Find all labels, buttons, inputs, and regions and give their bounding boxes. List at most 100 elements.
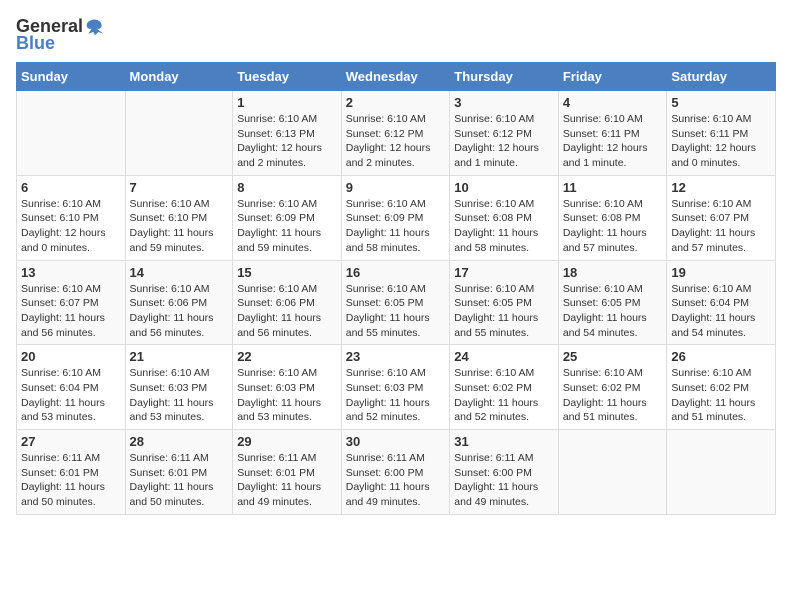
day-number: 15: [237, 265, 337, 280]
day-number: 2: [346, 95, 446, 110]
header-wednesday: Wednesday: [341, 63, 450, 91]
calendar-cell: 19 Sunrise: 6:10 AM Sunset: 6:04 PM Dayli…: [667, 260, 776, 345]
day-number: 27: [21, 434, 121, 449]
calendar-cell: 12 Sunrise: 6:10 AM Sunset: 6:07 PM Dayli…: [667, 175, 776, 260]
day-number: 6: [21, 180, 121, 195]
day-info: Sunrise: 6:10 AM Sunset: 6:02 PM Dayligh…: [454, 366, 554, 425]
week-row-5: 27 Sunrise: 6:11 AM Sunset: 6:01 PM Dayli…: [17, 430, 776, 515]
calendar-cell: 25 Sunrise: 6:10 AM Sunset: 6:02 PM Dayli…: [558, 345, 667, 430]
calendar-cell: 28 Sunrise: 6:11 AM Sunset: 6:01 PM Dayli…: [125, 430, 233, 515]
day-info: Sunrise: 6:10 AM Sunset: 6:03 PM Dayligh…: [346, 366, 446, 425]
calendar-cell: 18Sunrise: 6:10 AM Sunset: 6:05 PM Dayli…: [558, 260, 667, 345]
day-number: 10: [454, 180, 554, 195]
header-sunday: Sunday: [17, 63, 126, 91]
day-info: Sunrise: 6:11 AM Sunset: 6:00 PM Dayligh…: [346, 451, 446, 510]
calendar-cell: 22Sunrise: 6:10 AM Sunset: 6:03 PM Dayli…: [233, 345, 342, 430]
day-number: 14: [130, 265, 229, 280]
day-number: 20: [21, 349, 121, 364]
header-row: SundayMondayTuesdayWednesdayThursdayFrid…: [17, 63, 776, 91]
day-info: Sunrise: 6:10 AM Sunset: 6:11 PM Dayligh…: [563, 112, 663, 171]
header-tuesday: Tuesday: [233, 63, 342, 91]
day-info: Sunrise: 6:10 AM Sunset: 6:06 PM Dayligh…: [130, 282, 229, 341]
day-info: Sunrise: 6:10 AM Sunset: 6:08 PM Dayligh…: [563, 197, 663, 256]
day-number: 17: [454, 265, 554, 280]
day-info: Sunrise: 6:10 AM Sunset: 6:09 PM Dayligh…: [346, 197, 446, 256]
day-info: Sunrise: 6:10 AM Sunset: 6:09 PM Dayligh…: [237, 197, 337, 256]
calendar-cell: 17 Sunrise: 6:10 AM Sunset: 6:05 PM Dayli…: [450, 260, 559, 345]
day-number: 4: [563, 95, 663, 110]
calendar-cell: [17, 91, 126, 176]
calendar-cell: 14 Sunrise: 6:10 AM Sunset: 6:06 PM Dayli…: [125, 260, 233, 345]
day-info: Sunrise: 6:10 AM Sunset: 6:10 PM Dayligh…: [21, 197, 121, 256]
day-info: Sunrise: 6:10 AM Sunset: 6:05 PM Dayligh…: [346, 282, 446, 341]
day-number: 1: [237, 95, 337, 110]
calendar-cell: 10 Sunrise: 6:10 AM Sunset: 6:08 PM Dayli…: [450, 175, 559, 260]
day-info: Sunrise: 6:11 AM Sunset: 6:01 PM Dayligh…: [21, 451, 121, 510]
day-number: 26: [671, 349, 771, 364]
day-number: 16: [346, 265, 446, 280]
day-number: 9: [346, 180, 446, 195]
calendar-cell: 21 Sunrise: 6:10 AM Sunset: 6:03 PM Dayli…: [125, 345, 233, 430]
day-info: Sunrise: 6:10 AM Sunset: 6:06 PM Dayligh…: [237, 282, 337, 341]
calendar-cell: 4 Sunrise: 6:10 AM Sunset: 6:11 PM Daylig…: [558, 91, 667, 176]
calendar-table: SundayMondayTuesdayWednesdayThursdayFrid…: [16, 62, 776, 515]
day-number: 28: [130, 434, 229, 449]
day-info: Sunrise: 6:10 AM Sunset: 6:03 PM Dayligh…: [237, 366, 337, 425]
day-number: 12: [671, 180, 771, 195]
header-thursday: Thursday: [450, 63, 559, 91]
day-info: Sunrise: 6:10 AM Sunset: 6:04 PM Dayligh…: [671, 282, 771, 341]
day-info: Sunrise: 6:10 AM Sunset: 6:10 PM Dayligh…: [130, 197, 229, 256]
day-info: Sunrise: 6:10 AM Sunset: 6:08 PM Dayligh…: [454, 197, 554, 256]
day-info: Sunrise: 6:11 AM Sunset: 6:01 PM Dayligh…: [237, 451, 337, 510]
day-number: 11: [563, 180, 663, 195]
day-number: 19: [671, 265, 771, 280]
calendar-cell: 5 Sunrise: 6:10 AM Sunset: 6:11 PM Daylig…: [667, 91, 776, 176]
day-info: Sunrise: 6:10 AM Sunset: 6:11 PM Dayligh…: [671, 112, 771, 171]
calendar-cell: 13 Sunrise: 6:10 AM Sunset: 6:07 PM Dayli…: [17, 260, 126, 345]
calendar-cell: 24 Sunrise: 6:10 AM Sunset: 6:02 PM Dayli…: [450, 345, 559, 430]
day-info: Sunrise: 6:10 AM Sunset: 6:04 PM Dayligh…: [21, 366, 121, 425]
day-number: 7: [130, 180, 229, 195]
calendar-cell: 7 Sunrise: 6:10 AM Sunset: 6:10 PM Daylig…: [125, 175, 233, 260]
day-info: Sunrise: 6:10 AM Sunset: 6:05 PM Dayligh…: [454, 282, 554, 341]
page-header: General Blue: [16, 16, 776, 54]
header-friday: Friday: [558, 63, 667, 91]
day-number: 23: [346, 349, 446, 364]
calendar-cell: [667, 430, 776, 515]
day-info: Sunrise: 6:10 AM Sunset: 6:12 PM Dayligh…: [454, 112, 554, 171]
day-info: Sunrise: 6:10 AM Sunset: 6:02 PM Dayligh…: [563, 366, 663, 425]
calendar-cell: 8Sunrise: 6:10 AM Sunset: 6:09 PM Daylig…: [233, 175, 342, 260]
day-number: 25: [563, 349, 663, 364]
day-number: 29: [237, 434, 337, 449]
day-number: 3: [454, 95, 554, 110]
calendar-cell: 6 Sunrise: 6:10 AM Sunset: 6:10 PM Daylig…: [17, 175, 126, 260]
day-number: 31: [454, 434, 554, 449]
day-info: Sunrise: 6:10 AM Sunset: 6:13 PM Dayligh…: [237, 112, 337, 171]
day-info: Sunrise: 6:10 AM Sunset: 6:03 PM Dayligh…: [130, 366, 229, 425]
week-row-3: 13 Sunrise: 6:10 AM Sunset: 6:07 PM Dayli…: [17, 260, 776, 345]
day-number: 30: [346, 434, 446, 449]
calendar-cell: 2Sunrise: 6:10 AM Sunset: 6:12 PM Daylig…: [341, 91, 450, 176]
day-info: Sunrise: 6:10 AM Sunset: 6:07 PM Dayligh…: [21, 282, 121, 341]
calendar-cell: 1 Sunrise: 6:10 AM Sunset: 6:13 PM Daylig…: [233, 91, 342, 176]
header-saturday: Saturday: [667, 63, 776, 91]
day-info: Sunrise: 6:11 AM Sunset: 6:01 PM Dayligh…: [130, 451, 229, 510]
calendar-cell: 31Sunrise: 6:11 AM Sunset: 6:00 PM Dayli…: [450, 430, 559, 515]
day-info: Sunrise: 6:10 AM Sunset: 6:07 PM Dayligh…: [671, 197, 771, 256]
logo: General Blue: [16, 16, 105, 54]
day-number: 24: [454, 349, 554, 364]
header-monday: Monday: [125, 63, 233, 91]
calendar-cell: 3 Sunrise: 6:10 AM Sunset: 6:12 PM Daylig…: [450, 91, 559, 176]
day-number: 5: [671, 95, 771, 110]
calendar-cell: 20 Sunrise: 6:10 AM Sunset: 6:04 PM Dayli…: [17, 345, 126, 430]
calendar-cell: 9 Sunrise: 6:10 AM Sunset: 6:09 PM Daylig…: [341, 175, 450, 260]
calendar-cell: 27 Sunrise: 6:11 AM Sunset: 6:01 PM Dayli…: [17, 430, 126, 515]
day-number: 13: [21, 265, 121, 280]
day-number: 21: [130, 349, 229, 364]
day-number: 18: [563, 265, 663, 280]
week-row-4: 20 Sunrise: 6:10 AM Sunset: 6:04 PM Dayli…: [17, 345, 776, 430]
day-info: Sunrise: 6:10 AM Sunset: 6:02 PM Dayligh…: [671, 366, 771, 425]
calendar-cell: 26 Sunrise: 6:10 AM Sunset: 6:02 PM Dayli…: [667, 345, 776, 430]
calendar-cell: [125, 91, 233, 176]
calendar-cell: [558, 430, 667, 515]
